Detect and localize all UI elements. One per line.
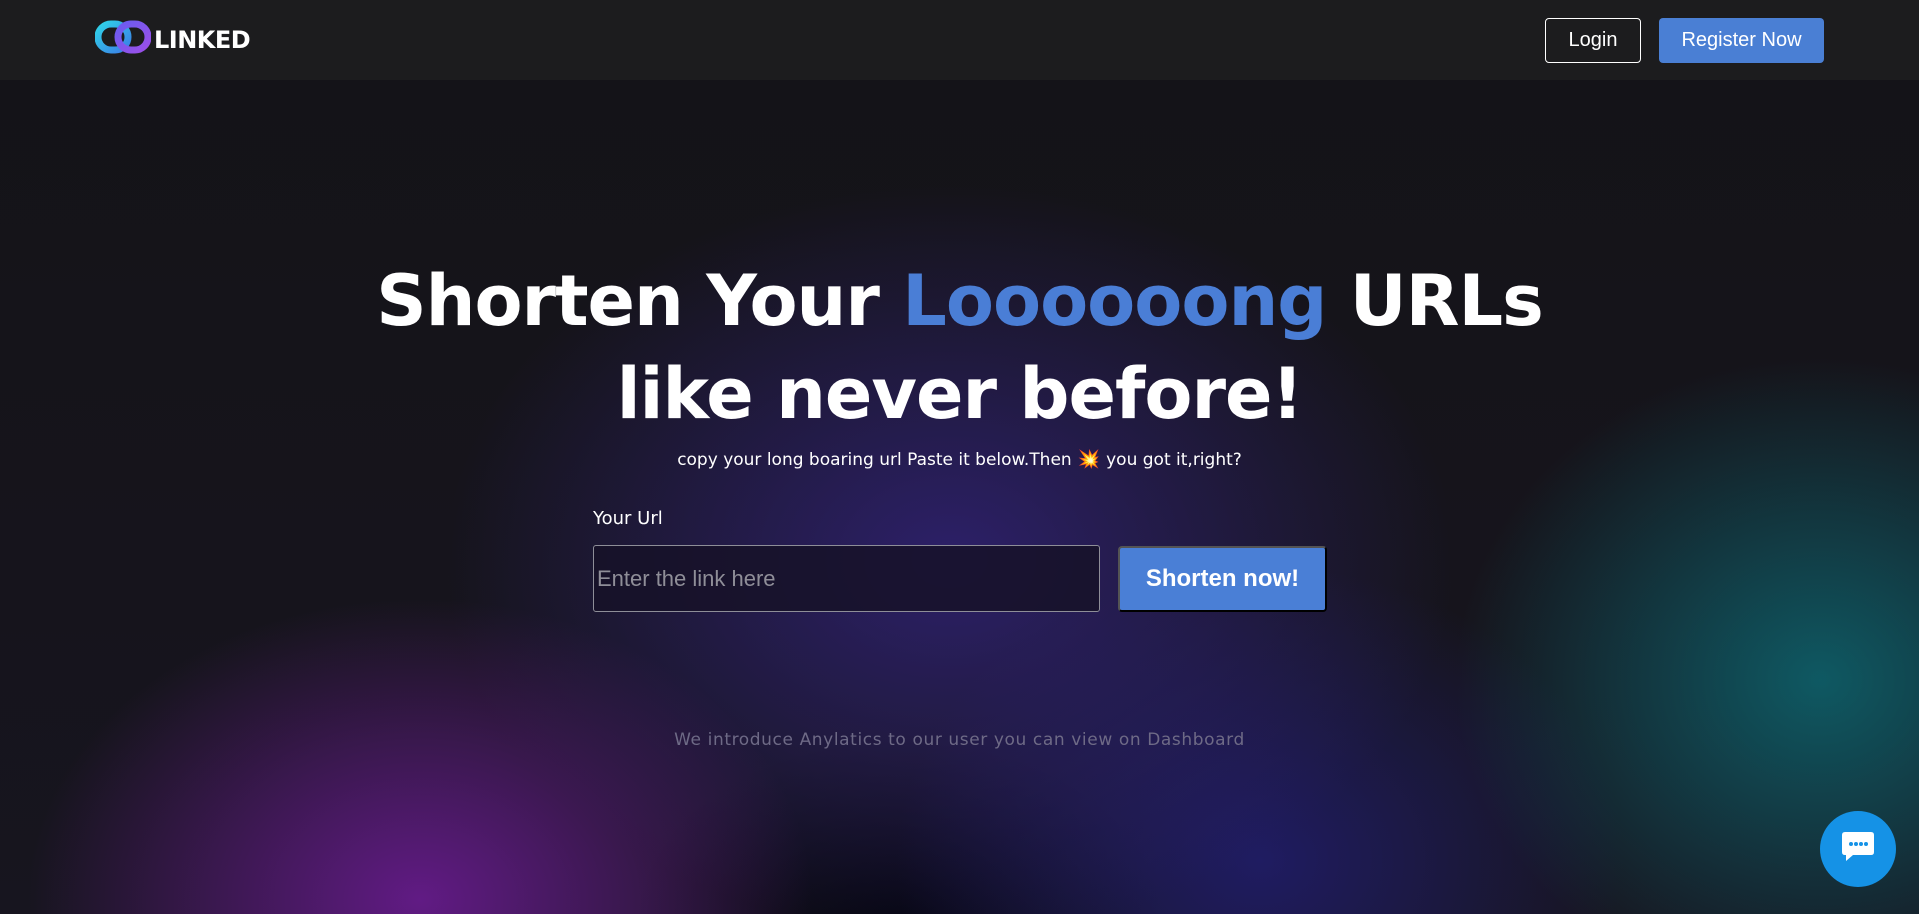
url-field-label: Your Url [593, 508, 663, 529]
brand-logo[interactable]: LINKED [94, 18, 251, 61]
hero-title-line1: Shorten Your Loooooong URLs [376, 260, 1544, 342]
hero-subtitle: copy your long boaring url Paste it belo… [677, 449, 1242, 470]
analytics-note: We introduce Anylatics to our user you c… [674, 730, 1245, 750]
hero-title-accent: Loooooong [902, 260, 1327, 342]
shorten-button[interactable]: Shorten now! [1118, 546, 1327, 612]
chat-bubble-icon [1839, 829, 1877, 870]
top-navbar: LINKED Login Register Now [0, 0, 1919, 80]
url-input[interactable] [593, 545, 1100, 612]
chat-launcher-button[interactable] [1820, 811, 1896, 887]
register-button[interactable]: Register Now [1659, 18, 1824, 63]
explosion-emoji-icon: 💥 [1077, 449, 1101, 470]
login-button[interactable]: Login [1545, 18, 1641, 63]
brand-name: LINKED [154, 25, 251, 54]
landing-page: LINKED Login Register Now Shorten Your L… [0, 0, 1919, 914]
chain-link-icon [94, 18, 152, 61]
hero-title: Shorten Your Loooooong URLs like never b… [0, 255, 1919, 441]
hero-title-line2: like never before! [616, 353, 1304, 435]
